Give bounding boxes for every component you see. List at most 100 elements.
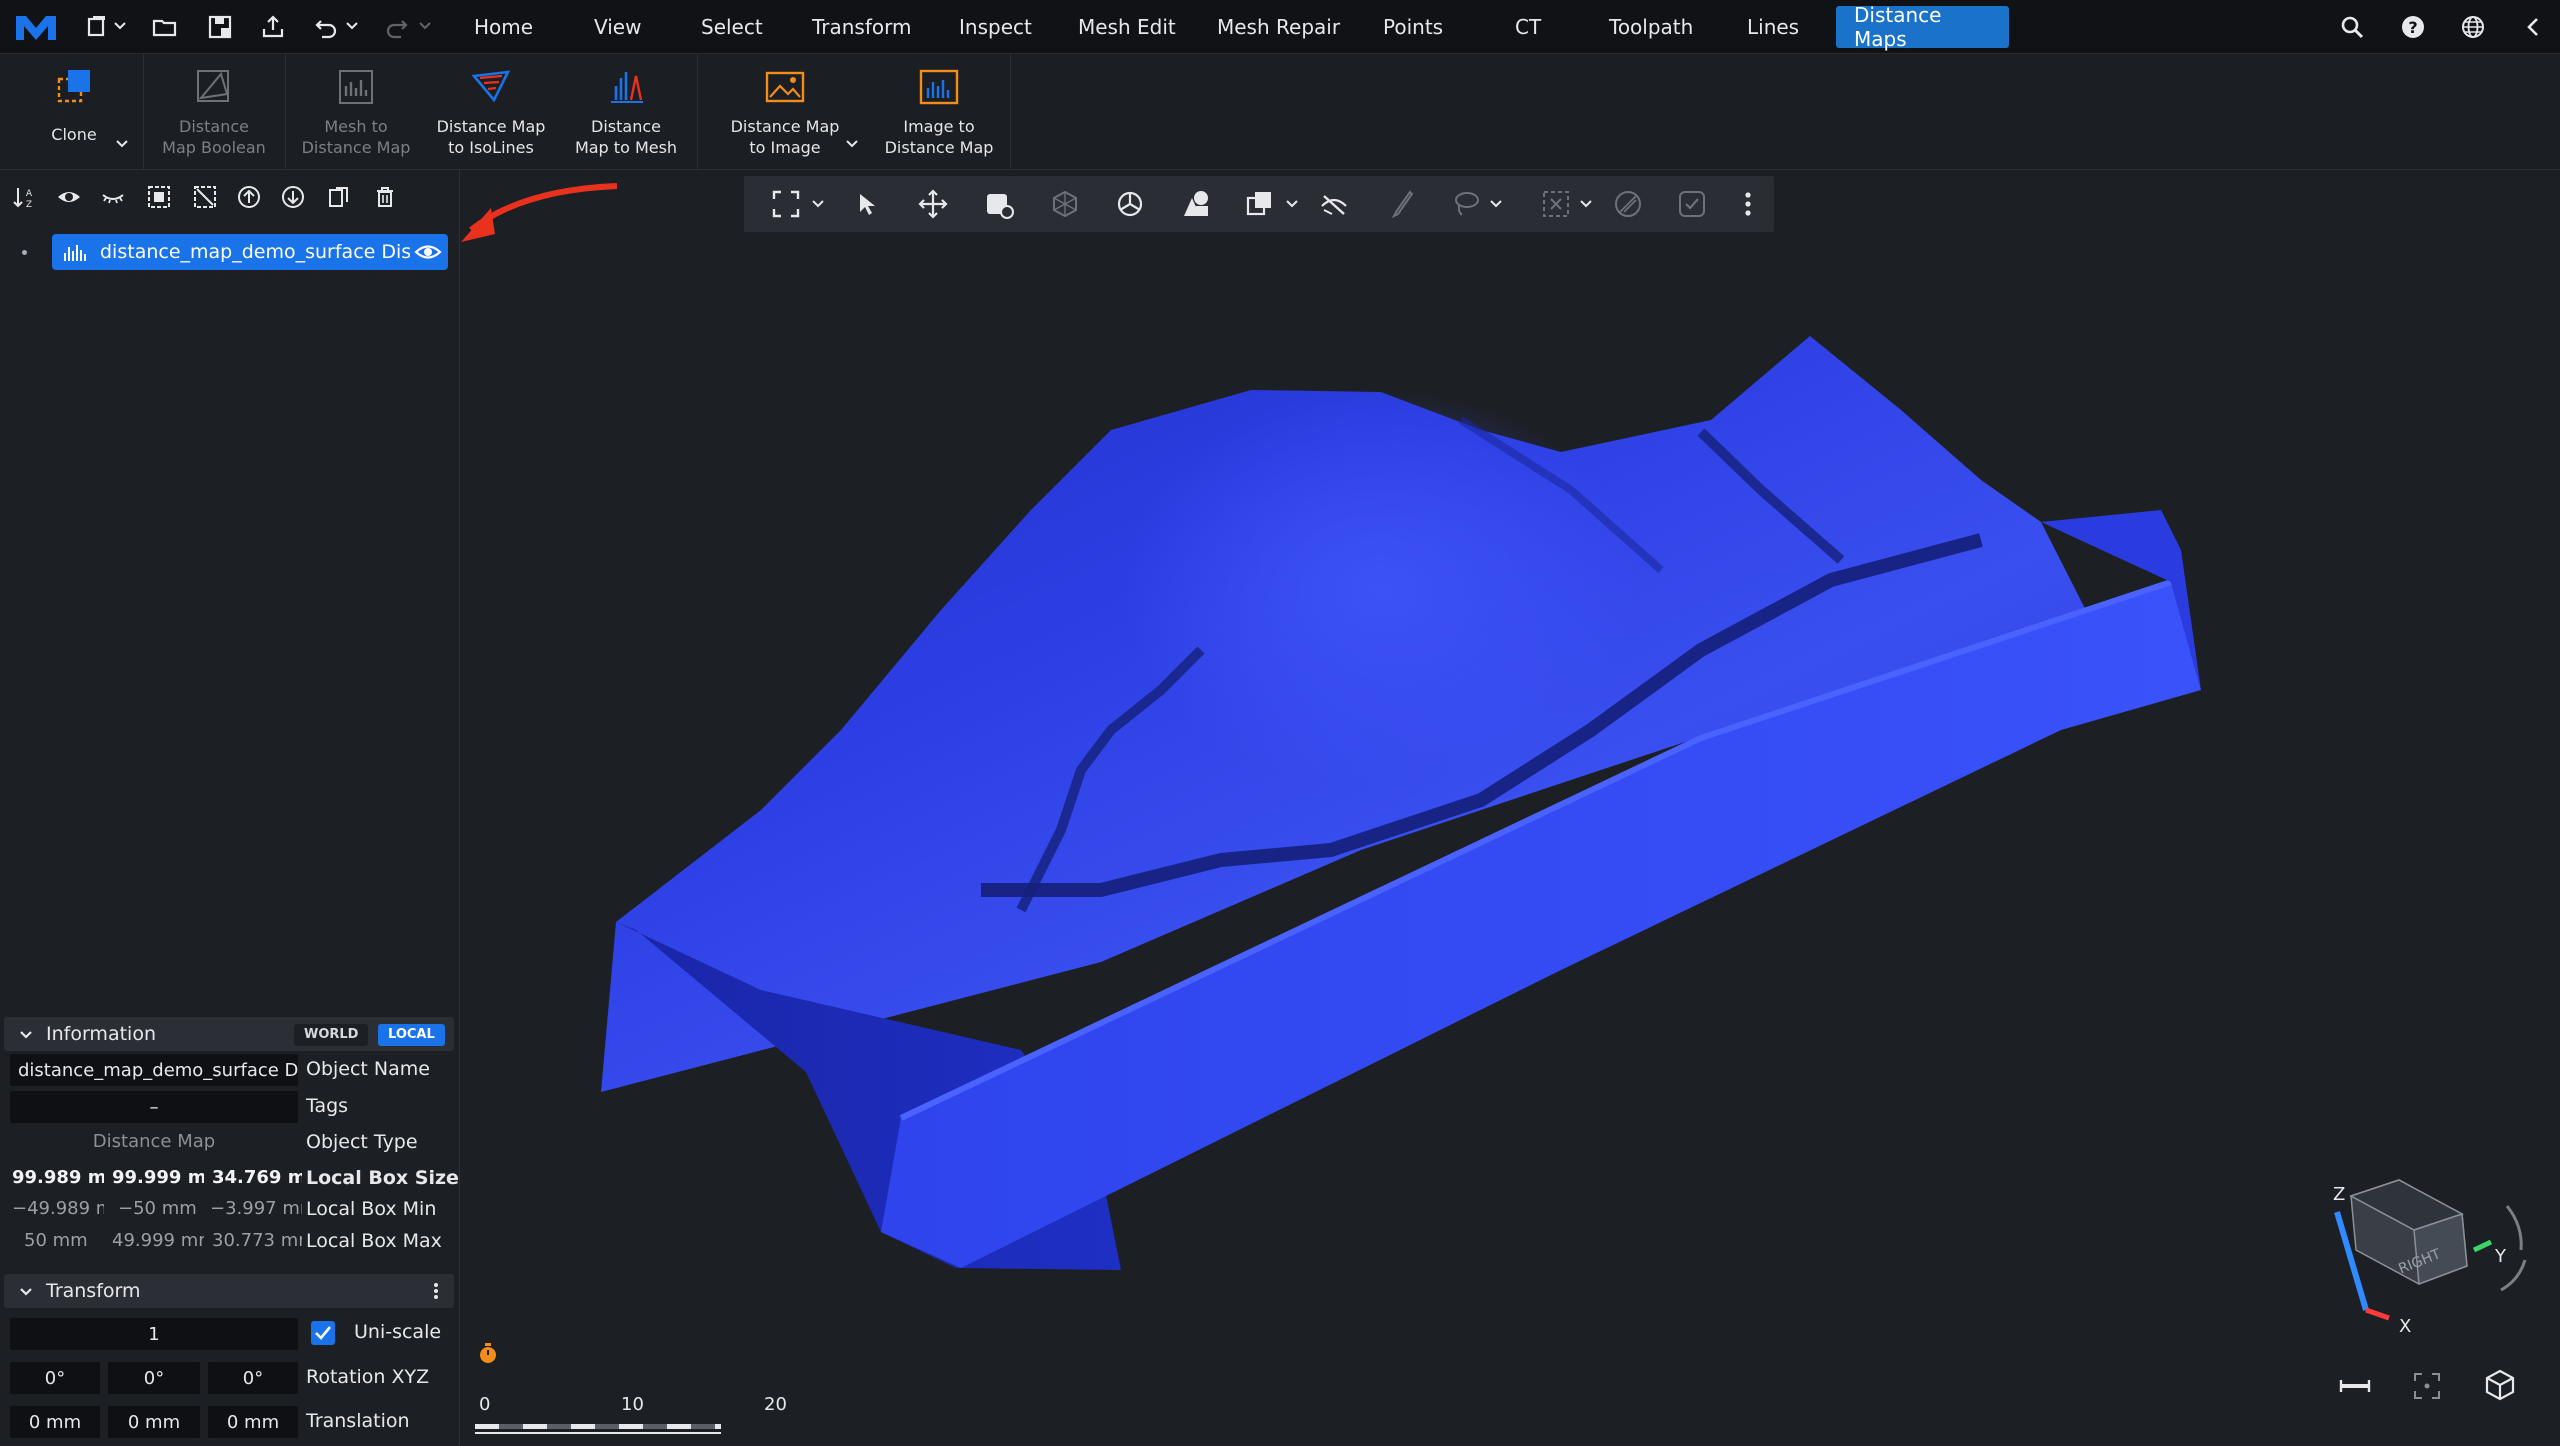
export-icon[interactable] [253, 10, 293, 44]
pivot-icon[interactable] [1049, 188, 1081, 220]
hide-faces-icon[interactable] [1318, 188, 1350, 220]
translation-label: Translation [306, 1410, 410, 1432]
transform-title: Transform [46, 1280, 141, 1302]
menu-toolpath[interactable]: Toolpath [1591, 6, 1711, 48]
menu-view[interactable]: View [576, 6, 659, 48]
cancel-circle-icon[interactable] [1612, 188, 1644, 220]
scale-tick-10: 10 [621, 1394, 644, 1415]
box-size-y: 99.999 mi [112, 1167, 204, 1188]
help-icon[interactable]: ? [2398, 12, 2428, 42]
center-focus-icon[interactable] [2411, 1370, 2443, 1402]
menu-lines[interactable]: Lines [1729, 6, 1817, 48]
save-icon[interactable] [200, 10, 240, 44]
menu-distance-maps[interactable]: Distance Maps [1836, 3, 2009, 51]
clone-button[interactable]: Clone [36, 64, 112, 168]
box-min-x: −49.989 m [12, 1198, 104, 1219]
scale-input[interactable]: 1 [10, 1318, 298, 1350]
distance-map-to-mesh-button[interactable]: Distance Map to Mesh [568, 64, 684, 168]
redo-chevron-down-icon[interactable] [417, 18, 433, 34]
brush-icon[interactable] [1386, 188, 1418, 220]
visibility-eye-icon[interactable] [414, 241, 442, 263]
delete-trash-icon[interactable] [372, 184, 402, 214]
tags-input[interactable]: – [10, 1091, 298, 1123]
axis-x-label: X [2399, 1316, 2411, 1337]
rotation-x-input[interactable]: 0° [10, 1362, 100, 1394]
undo-chevron-down-icon[interactable] [344, 18, 360, 34]
lasso-icon[interactable] [1450, 188, 1482, 220]
distance-map-boolean-button[interactable]: Distance Map Boolean [152, 64, 276, 168]
move-icon[interactable] [917, 188, 949, 220]
move-up-icon[interactable] [236, 184, 266, 214]
menu-points[interactable]: Points [1365, 6, 1461, 48]
rotation-z-input[interactable]: 0° [208, 1362, 298, 1394]
search-icon[interactable] [2337, 12, 2367, 42]
timer-icon[interactable] [475, 1340, 501, 1366]
distance-map-to-image-button[interactable]: Distance Map to Image [722, 64, 848, 168]
tree-item-distance-map[interactable]: distance_map_demo_surface Dist [52, 234, 448, 270]
transform-chevron-down-icon[interactable] [18, 1284, 34, 1300]
open-folder-icon[interactable] [145, 10, 185, 44]
undo-icon[interactable] [306, 10, 346, 44]
clone-label: Clone [51, 125, 97, 144]
deselect-all-icon[interactable] [192, 184, 222, 214]
new-file-chevron-down-icon[interactable] [112, 18, 128, 34]
fit-view-chevron-down-icon[interactable] [810, 196, 826, 212]
show-all-eye-icon[interactable] [56, 184, 86, 214]
menu-mesh-repair[interactable]: Mesh Repair [1199, 6, 1358, 48]
distance-map-object-icon [64, 245, 86, 261]
redo-icon[interactable] [377, 10, 417, 44]
image-to-distance-map-button[interactable]: Image to Distance Map [876, 64, 1002, 168]
menu-transform[interactable]: Transform [794, 6, 929, 48]
information-chevron-down-icon[interactable] [18, 1027, 34, 1043]
translation-z-input[interactable]: 0 mm [208, 1406, 298, 1438]
object-type-label: Object Type [306, 1131, 418, 1153]
menu-ct[interactable]: CT [1497, 6, 1559, 48]
select-all-icon[interactable] [146, 184, 176, 214]
translation-y-input[interactable]: 0 mm [108, 1406, 200, 1438]
transform-more-icon[interactable] [428, 1281, 444, 1301]
distance-map-to-isolines-button[interactable]: Distance Map to IsoLines [432, 64, 550, 168]
app-logo-icon[interactable] [14, 10, 58, 44]
clone-chevron-down-icon[interactable] [114, 136, 130, 152]
sort-icon[interactable]: AZ [12, 184, 42, 214]
distance-map-surface-render[interactable]: Z Y X RIGHT [461, 170, 2560, 1446]
uniscale-checkbox[interactable] [310, 1320, 336, 1346]
menu-mesh-edit[interactable]: Mesh Edit [1060, 6, 1194, 48]
duplicate-icon[interactable] [326, 184, 356, 214]
translation-x-input[interactable]: 0 mm [10, 1406, 100, 1438]
box-select-chevron-down-icon[interactable] [1578, 196, 1594, 212]
rotation-y-input[interactable]: 0° [108, 1362, 200, 1394]
ruler-icon[interactable] [2337, 1372, 2373, 1400]
hide-all-eye-icon[interactable] [100, 184, 130, 214]
confirm-check-icon[interactable] [1676, 188, 1708, 220]
3d-viewport[interactable]: Z Y X RIGHT 0 10 20 [461, 170, 2560, 1446]
distance-map-to-isolines-label-1: Distance Map [436, 117, 546, 136]
edit-transform-icon[interactable] [983, 188, 1015, 220]
distance-map-boolean-label-1: Distance [179, 117, 249, 136]
more-options-icon[interactable] [1732, 188, 1764, 220]
local-toggle[interactable]: LOCAL [378, 1024, 445, 1046]
mesh-to-distance-map-button[interactable]: Mesh to Distance Map [294, 64, 418, 168]
duplicate-object-chevron-down-icon[interactable] [1284, 196, 1300, 212]
menu-inspect[interactable]: Inspect [941, 6, 1050, 48]
duplicate-object-icon[interactable] [1244, 188, 1276, 220]
world-toggle[interactable]: WORLD [294, 1024, 369, 1046]
transform-section-header[interactable]: Transform [4, 1274, 454, 1308]
distance-map-to-image-chevron-down-icon[interactable] [844, 136, 860, 152]
image-to-distance-map-label-1: Image to [903, 117, 975, 136]
menu-home[interactable]: Home [456, 6, 551, 48]
globe-icon[interactable] [2458, 12, 2488, 42]
orbit-icon[interactable] [1114, 188, 1146, 220]
svg-text:?: ? [2408, 18, 2417, 37]
box-select-icon[interactable] [1540, 188, 1572, 220]
fit-view-icon[interactable] [770, 188, 802, 220]
measure-shapes-icon[interactable] [1180, 188, 1212, 220]
view-cube-icon[interactable] [2483, 1368, 2517, 1402]
lasso-chevron-down-icon[interactable] [1488, 196, 1504, 212]
collapse-chevron-left-icon[interactable] [2518, 12, 2548, 42]
information-section-header[interactable]: Information WORLD LOCAL [4, 1017, 454, 1051]
move-down-icon[interactable] [280, 184, 310, 214]
object-name-input[interactable]: distance_map_demo_surface D [10, 1054, 298, 1086]
select-cursor-icon[interactable] [850, 188, 882, 220]
menu-select[interactable]: Select [683, 6, 781, 48]
